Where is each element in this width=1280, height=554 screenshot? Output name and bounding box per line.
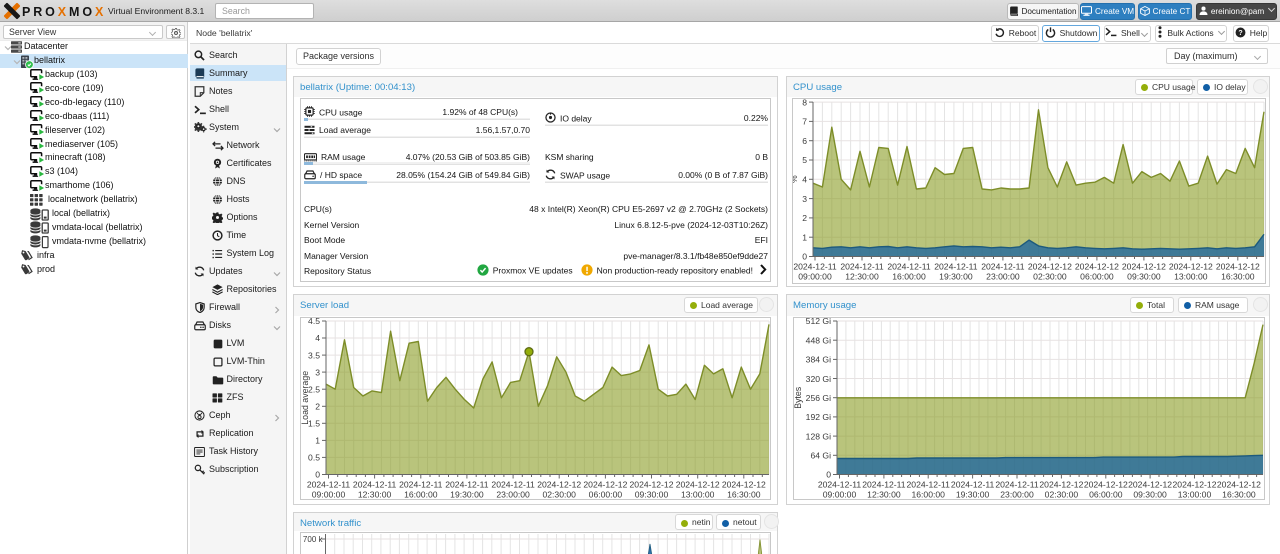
svg-text:2024-12-11: 2024-12-11 bbox=[862, 480, 906, 490]
svg-text:0: 0 bbox=[826, 470, 831, 480]
svg-text:2024-12-11: 2024-12-11 bbox=[951, 480, 995, 490]
svg-text:02:30:00: 02:30:00 bbox=[542, 490, 576, 500]
svg-text:02:30:00: 02:30:00 bbox=[1045, 490, 1079, 500]
svg-text:1: 1 bbox=[315, 436, 320, 446]
svg-text:16:00:00: 16:00:00 bbox=[404, 490, 438, 500]
svg-text:5: 5 bbox=[802, 155, 807, 165]
svg-text:8: 8 bbox=[802, 99, 807, 107]
svg-text:2024-12-12: 2024-12-12 bbox=[1169, 262, 1213, 272]
svg-text:2024-12-12: 2024-12-12 bbox=[537, 480, 581, 490]
svg-text:256 Gi: 256 Gi bbox=[806, 393, 831, 403]
svg-text:16:30:00: 16:30:00 bbox=[1221, 272, 1255, 282]
svg-text:4: 4 bbox=[315, 333, 320, 343]
svg-text:2024-12-11: 2024-12-11 bbox=[995, 480, 1039, 490]
svg-text:09:30:00: 09:30:00 bbox=[1127, 272, 1161, 282]
svg-text:2024-12-11: 2024-12-11 bbox=[307, 480, 351, 490]
svg-text:19:30:00: 19:30:00 bbox=[939, 272, 973, 282]
svg-text:2024-12-12: 2024-12-12 bbox=[1128, 480, 1172, 490]
svg-text:448 Gi: 448 Gi bbox=[806, 335, 831, 345]
svg-text:4: 4 bbox=[802, 175, 807, 185]
svg-text:2024-12-12: 2024-12-12 bbox=[1075, 262, 1119, 272]
svg-text:%: % bbox=[793, 175, 799, 183]
svg-text:1: 1 bbox=[802, 232, 807, 242]
svg-text:2024-12-12: 2024-12-12 bbox=[630, 480, 674, 490]
svg-text:2024-12-11: 2024-12-11 bbox=[445, 480, 489, 490]
svg-text:Load average: Load average bbox=[301, 371, 310, 425]
svg-text:2024-12-11: 2024-12-11 bbox=[934, 262, 978, 272]
svg-text:3: 3 bbox=[802, 194, 807, 204]
svg-text:0.5: 0.5 bbox=[308, 453, 320, 463]
svg-text:2024-12-11: 2024-12-11 bbox=[840, 262, 884, 272]
svg-text:2024-12-12: 2024-12-12 bbox=[1084, 480, 1128, 490]
svg-text:16:30:00: 16:30:00 bbox=[727, 490, 761, 500]
svg-text:16:00:00: 16:00:00 bbox=[911, 490, 945, 500]
svg-text:4.5: 4.5 bbox=[308, 318, 320, 326]
svg-text:06:00:00: 06:00:00 bbox=[1080, 272, 1114, 282]
svg-text:?: ? bbox=[1238, 30, 1242, 37]
svg-text:2024-12-12: 2024-12-12 bbox=[1217, 480, 1261, 490]
svg-text:09:30:00: 09:30:00 bbox=[1133, 490, 1167, 500]
svg-text:2024-12-12: 2024-12-12 bbox=[676, 480, 720, 490]
svg-text:13:00:00: 13:00:00 bbox=[1178, 490, 1212, 500]
svg-text:12:30:00: 12:30:00 bbox=[845, 272, 879, 282]
svg-text:2024-12-11: 2024-12-11 bbox=[887, 262, 931, 272]
svg-text:128 Gi: 128 Gi bbox=[806, 431, 831, 441]
svg-text:12:30:00: 12:30:00 bbox=[358, 490, 392, 500]
svg-text:09:00:00: 09:00:00 bbox=[823, 490, 857, 500]
svg-text:23:00:00: 23:00:00 bbox=[986, 272, 1020, 282]
svg-text:19:30:00: 19:30:00 bbox=[956, 490, 990, 500]
svg-text:2024-12-12: 2024-12-12 bbox=[1039, 480, 1083, 490]
svg-text:16:30:00: 16:30:00 bbox=[1222, 490, 1256, 500]
svg-text:6: 6 bbox=[802, 136, 807, 146]
svg-text:23:00:00: 23:00:00 bbox=[1000, 490, 1034, 500]
svg-text:09:00:00: 09:00:00 bbox=[798, 272, 832, 282]
svg-text:2024-12-11: 2024-12-11 bbox=[353, 480, 397, 490]
svg-text:700 k: 700 k bbox=[303, 535, 324, 544]
svg-text:06:00:00: 06:00:00 bbox=[1089, 490, 1123, 500]
svg-text:3: 3 bbox=[315, 367, 320, 377]
svg-text:2024-12-11: 2024-12-11 bbox=[793, 262, 837, 272]
svg-text:320 Gi: 320 Gi bbox=[806, 374, 831, 384]
svg-text:13:00:00: 13:00:00 bbox=[1174, 272, 1208, 282]
svg-text:3.5: 3.5 bbox=[308, 350, 320, 360]
svg-text:2024-12-11: 2024-12-11 bbox=[981, 262, 1025, 272]
svg-text:09:30:00: 09:30:00 bbox=[635, 490, 669, 500]
svg-text:64 Gi: 64 Gi bbox=[810, 451, 831, 461]
svg-text:384 Gi: 384 Gi bbox=[806, 355, 831, 365]
svg-text:2024-12-12: 2024-12-12 bbox=[722, 480, 766, 490]
svg-text:2024-12-12: 2024-12-12 bbox=[1122, 262, 1166, 272]
svg-text:16:00:00: 16:00:00 bbox=[892, 272, 926, 282]
svg-text:2024-12-11: 2024-12-11 bbox=[907, 480, 951, 490]
svg-text:2024-12-12: 2024-12-12 bbox=[583, 480, 627, 490]
svg-text:2024-12-12: 2024-12-12 bbox=[1173, 480, 1217, 490]
svg-text:Bytes: Bytes bbox=[794, 386, 803, 409]
svg-text:2024-12-12: 2024-12-12 bbox=[1216, 262, 1260, 272]
svg-text:19:30:00: 19:30:00 bbox=[450, 490, 484, 500]
svg-text:2: 2 bbox=[802, 213, 807, 223]
svg-text:192 Gi: 192 Gi bbox=[806, 412, 831, 422]
svg-text:09:00:00: 09:00:00 bbox=[312, 490, 346, 500]
svg-text:2: 2 bbox=[315, 402, 320, 412]
svg-text:7: 7 bbox=[802, 117, 807, 127]
svg-text:0: 0 bbox=[315, 470, 320, 480]
svg-text:13:00:00: 13:00:00 bbox=[681, 490, 715, 500]
svg-text:2024-12-11: 2024-12-11 bbox=[818, 480, 862, 490]
svg-text:512 Gi: 512 Gi bbox=[806, 318, 831, 326]
svg-text:2024-12-11: 2024-12-11 bbox=[491, 480, 535, 490]
svg-text:2024-12-11: 2024-12-11 bbox=[399, 480, 443, 490]
svg-text:0: 0 bbox=[802, 252, 807, 262]
svg-text:06:00:00: 06:00:00 bbox=[589, 490, 623, 500]
svg-text:2024-12-12: 2024-12-12 bbox=[1028, 262, 1072, 272]
svg-text:12:30:00: 12:30:00 bbox=[867, 490, 901, 500]
svg-text:23:00:00: 23:00:00 bbox=[496, 490, 530, 500]
svg-text:02:30:00: 02:30:00 bbox=[1033, 272, 1067, 282]
